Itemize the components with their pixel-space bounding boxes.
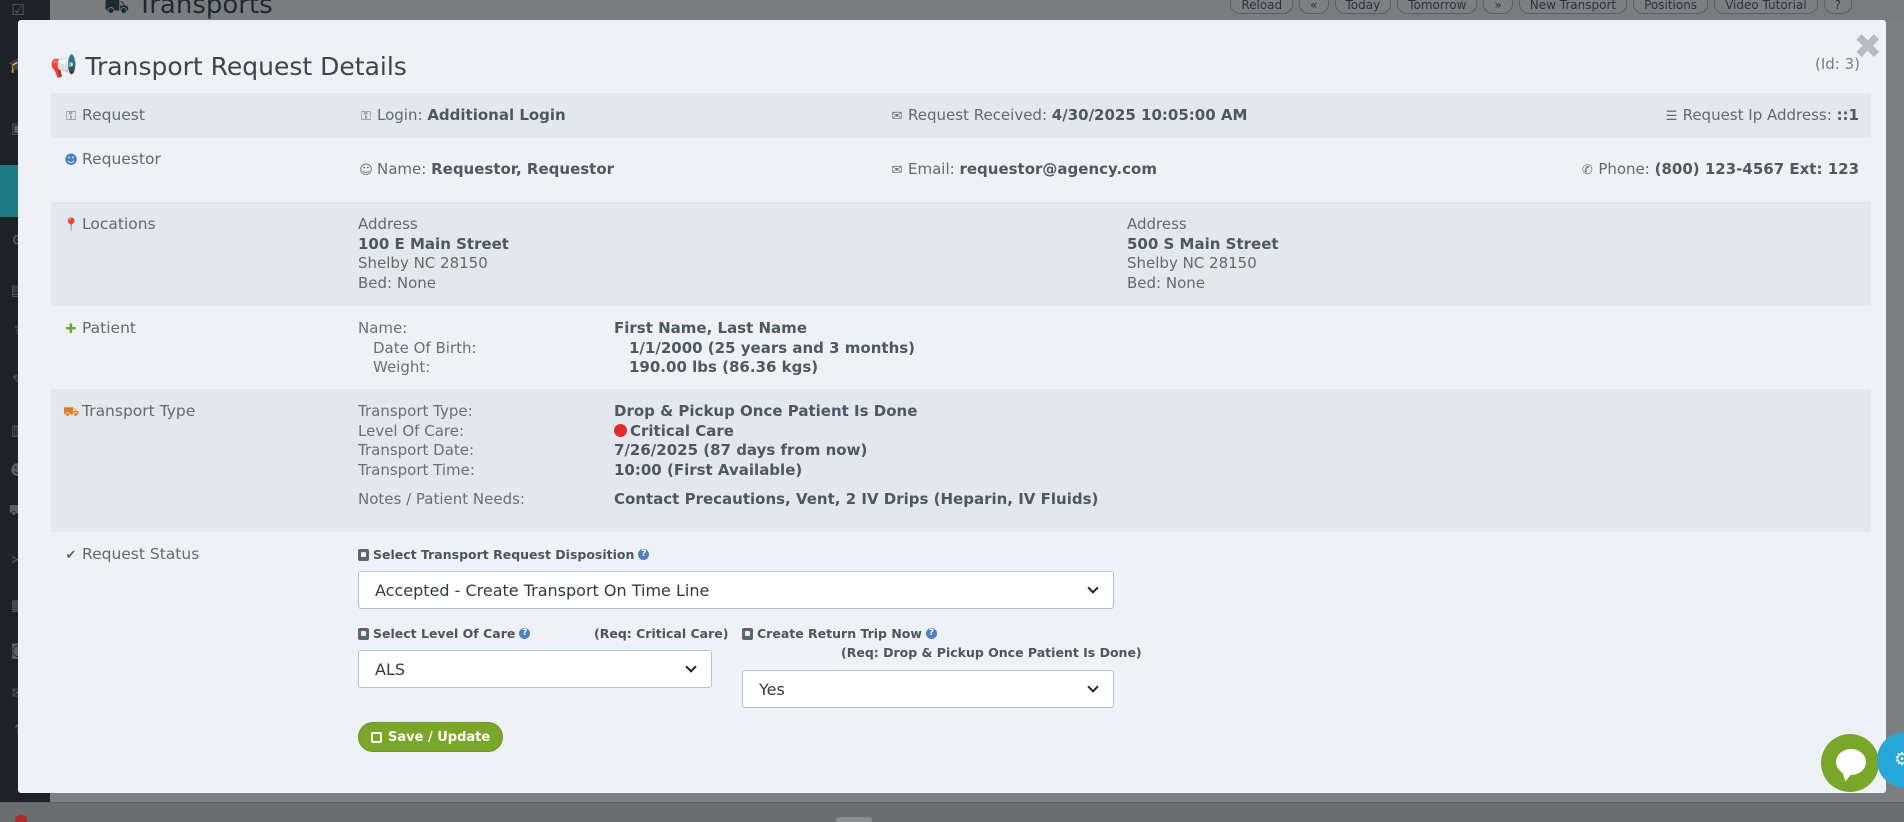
medkit-icon: ✚ bbox=[65, 322, 77, 337]
app-toolbar: Reload « Today Tomorrow » New Transport … bbox=[1230, 0, 1852, 14]
close-button[interactable]: ✖ bbox=[1854, 30, 1883, 64]
section-transport-type: ⛟ Transport Type bbox=[63, 402, 196, 420]
positions-button[interactable]: Positions bbox=[1633, 0, 1709, 14]
save-update-button[interactable]: Save / Update bbox=[358, 722, 504, 752]
transport-request-modal: 📢 Transport Request Details (Id: 3) ✖ ⚿ R… bbox=[18, 20, 1886, 793]
tomorrow-button[interactable]: Tomorrow bbox=[1397, 0, 1478, 14]
save-icon bbox=[371, 731, 382, 743]
server-icon: ☰ bbox=[1665, 109, 1678, 124]
select-icon bbox=[742, 627, 753, 640]
reload-button[interactable]: Reload bbox=[1230, 0, 1294, 14]
help-icon[interactable]: ? bbox=[519, 628, 531, 639]
received-field: ✉ Request Received: 4/30/2025 10:05:00 AM bbox=[889, 106, 1248, 124]
requestor-phone-field: ✆ Phone: (800) 123-4567 Ext: 123 bbox=[1579, 160, 1859, 178]
requestor-name-field: ☺ Name: Requestor, Requestor bbox=[359, 160, 615, 178]
transport-date-label: Transport Date: bbox=[358, 441, 475, 459]
patient-row: ✚ Patient Name: First Name, Last Name Dat… bbox=[51, 306, 1871, 389]
section-requestor: ☻ Requestor bbox=[64, 150, 161, 168]
disposition-label: Select Transport Request Disposition ? bbox=[358, 547, 650, 562]
transport-type-row: ⛟ Transport Type Transport Type: Drop & P… bbox=[51, 389, 1871, 532]
help-icon[interactable]: ? bbox=[925, 628, 937, 639]
prev-button[interactable]: « bbox=[1299, 0, 1329, 14]
key-icon: ⚿ bbox=[66, 109, 76, 124]
level-of-care-select[interactable]: ALS bbox=[358, 650, 712, 688]
section-locations: 📍 Locations bbox=[63, 215, 156, 233]
level-of-care-label: Level Of Care: bbox=[358, 421, 465, 440]
help-button[interactable]: ? bbox=[1823, 0, 1852, 14]
today-button[interactable]: Today bbox=[1334, 0, 1392, 14]
check-icon: ☑ bbox=[11, 1, 25, 19]
phone-icon: ✆ bbox=[1581, 163, 1593, 178]
gear-icon: ⚙ bbox=[1894, 749, 1904, 770]
envelope-icon: ✉ bbox=[891, 163, 903, 178]
select-icon bbox=[358, 548, 369, 561]
requestor-email-field: ✉ Email: requestor@agency.com bbox=[889, 160, 1157, 178]
user-icon: ☺ bbox=[359, 163, 373, 178]
locations-row: 📍 Locations Address 100 E Main Street She… bbox=[51, 202, 1871, 306]
page-title: ⛟ Transports bbox=[104, 0, 273, 21]
megaphone-icon: 📢 bbox=[50, 54, 78, 79]
level-of-care-requirement: (Req: Critical Care) bbox=[594, 626, 729, 641]
taskbar bbox=[0, 802, 1904, 822]
level-of-care-value: Critical Care bbox=[614, 422, 734, 442]
transport-type-label: Transport Type: bbox=[358, 402, 473, 420]
return-trip-select[interactable]: Yes bbox=[742, 670, 1114, 708]
transport-time-value: 10:00 (First Available) bbox=[614, 460, 803, 479]
requestor-row: ☻ Requestor ☺ Name: Requestor, Requestor ✉… bbox=[51, 138, 1871, 202]
ip-field: ☰ Request Ip Address: ::1 bbox=[1664, 106, 1859, 124]
disposition-select[interactable]: Accepted - Create Transport On Time Line bbox=[358, 571, 1114, 609]
patient-dob-label: Date Of Birth: bbox=[373, 338, 477, 357]
map-pin-icon: 📍 bbox=[63, 218, 80, 233]
critical-dot-icon bbox=[614, 423, 627, 437]
chevron-down-icon bbox=[1087, 582, 1099, 594]
dropoff-address: Address 500 S Main Street Shelby NC 2815… bbox=[1127, 215, 1279, 292]
transport-time-label: Transport Time: bbox=[358, 460, 475, 479]
help-icon[interactable]: ? bbox=[638, 549, 650, 560]
level-of-care-select-label: Select Level Of Care ? bbox=[358, 626, 531, 641]
users-icon: ☻ bbox=[64, 153, 78, 168]
pickup-address: Address 100 E Main Street Shelby NC 2815… bbox=[358, 215, 509, 292]
patient-name-value: First Name, Last Name bbox=[614, 319, 807, 337]
ambulance-icon: ⛟ bbox=[63, 405, 80, 420]
select-icon bbox=[358, 627, 369, 640]
chat-widget-button[interactable] bbox=[1821, 734, 1879, 792]
taskbar-tab bbox=[836, 817, 872, 822]
next-button[interactable]: » bbox=[1483, 0, 1513, 14]
modal-title: 📢 Transport Request Details bbox=[50, 52, 407, 81]
chat-bubble-icon bbox=[1836, 749, 1866, 775]
status-dot bbox=[15, 815, 27, 822]
return-trip-requirement: (Req: Drop & Pickup Once Patient Is Done… bbox=[841, 645, 1142, 660]
truck-icon: ⛟ bbox=[104, 0, 130, 18]
section-request: ⚿ Request bbox=[63, 106, 145, 124]
return-trip-label: Create Return Trip Now ? bbox=[742, 626, 937, 641]
request-row: ⚿ Request ⚿ Login: Additional Login ✉ Reque… bbox=[51, 93, 1871, 138]
transport-date-value: 7/26/2025 (87 days from now) bbox=[614, 441, 868, 459]
notes-label: Notes / Patient Needs: bbox=[358, 490, 525, 508]
login-field: ⚿ Login: Additional Login bbox=[358, 106, 566, 124]
patient-name-label: Name: bbox=[358, 319, 408, 337]
section-request-status: ✔ Request Status bbox=[63, 545, 200, 563]
chevron-down-icon bbox=[1087, 681, 1099, 693]
section-patient: ✚ Patient bbox=[63, 319, 136, 337]
patient-weight-label: Weight: bbox=[373, 358, 431, 376]
check-icon: ✔ bbox=[65, 548, 77, 563]
patient-weight-value: 190.00 lbs (86.36 kgs) bbox=[629, 358, 819, 376]
patient-dob-value: 1/1/2000 (25 years and 3 months) bbox=[629, 338, 916, 357]
chevron-down-icon bbox=[685, 661, 697, 673]
key-icon: ⚿ bbox=[361, 109, 371, 124]
envelope-icon: ✉ bbox=[891, 109, 903, 124]
new-transport-button[interactable]: New Transport bbox=[1518, 0, 1628, 14]
notes-value: Contact Precautions, Vent, 2 IV Drips (H… bbox=[614, 490, 1099, 508]
video-tutorial-button[interactable]: Video Tutorial bbox=[1714, 0, 1818, 14]
transport-type-value: Drop & Pickup Once Patient Is Done bbox=[614, 402, 918, 420]
